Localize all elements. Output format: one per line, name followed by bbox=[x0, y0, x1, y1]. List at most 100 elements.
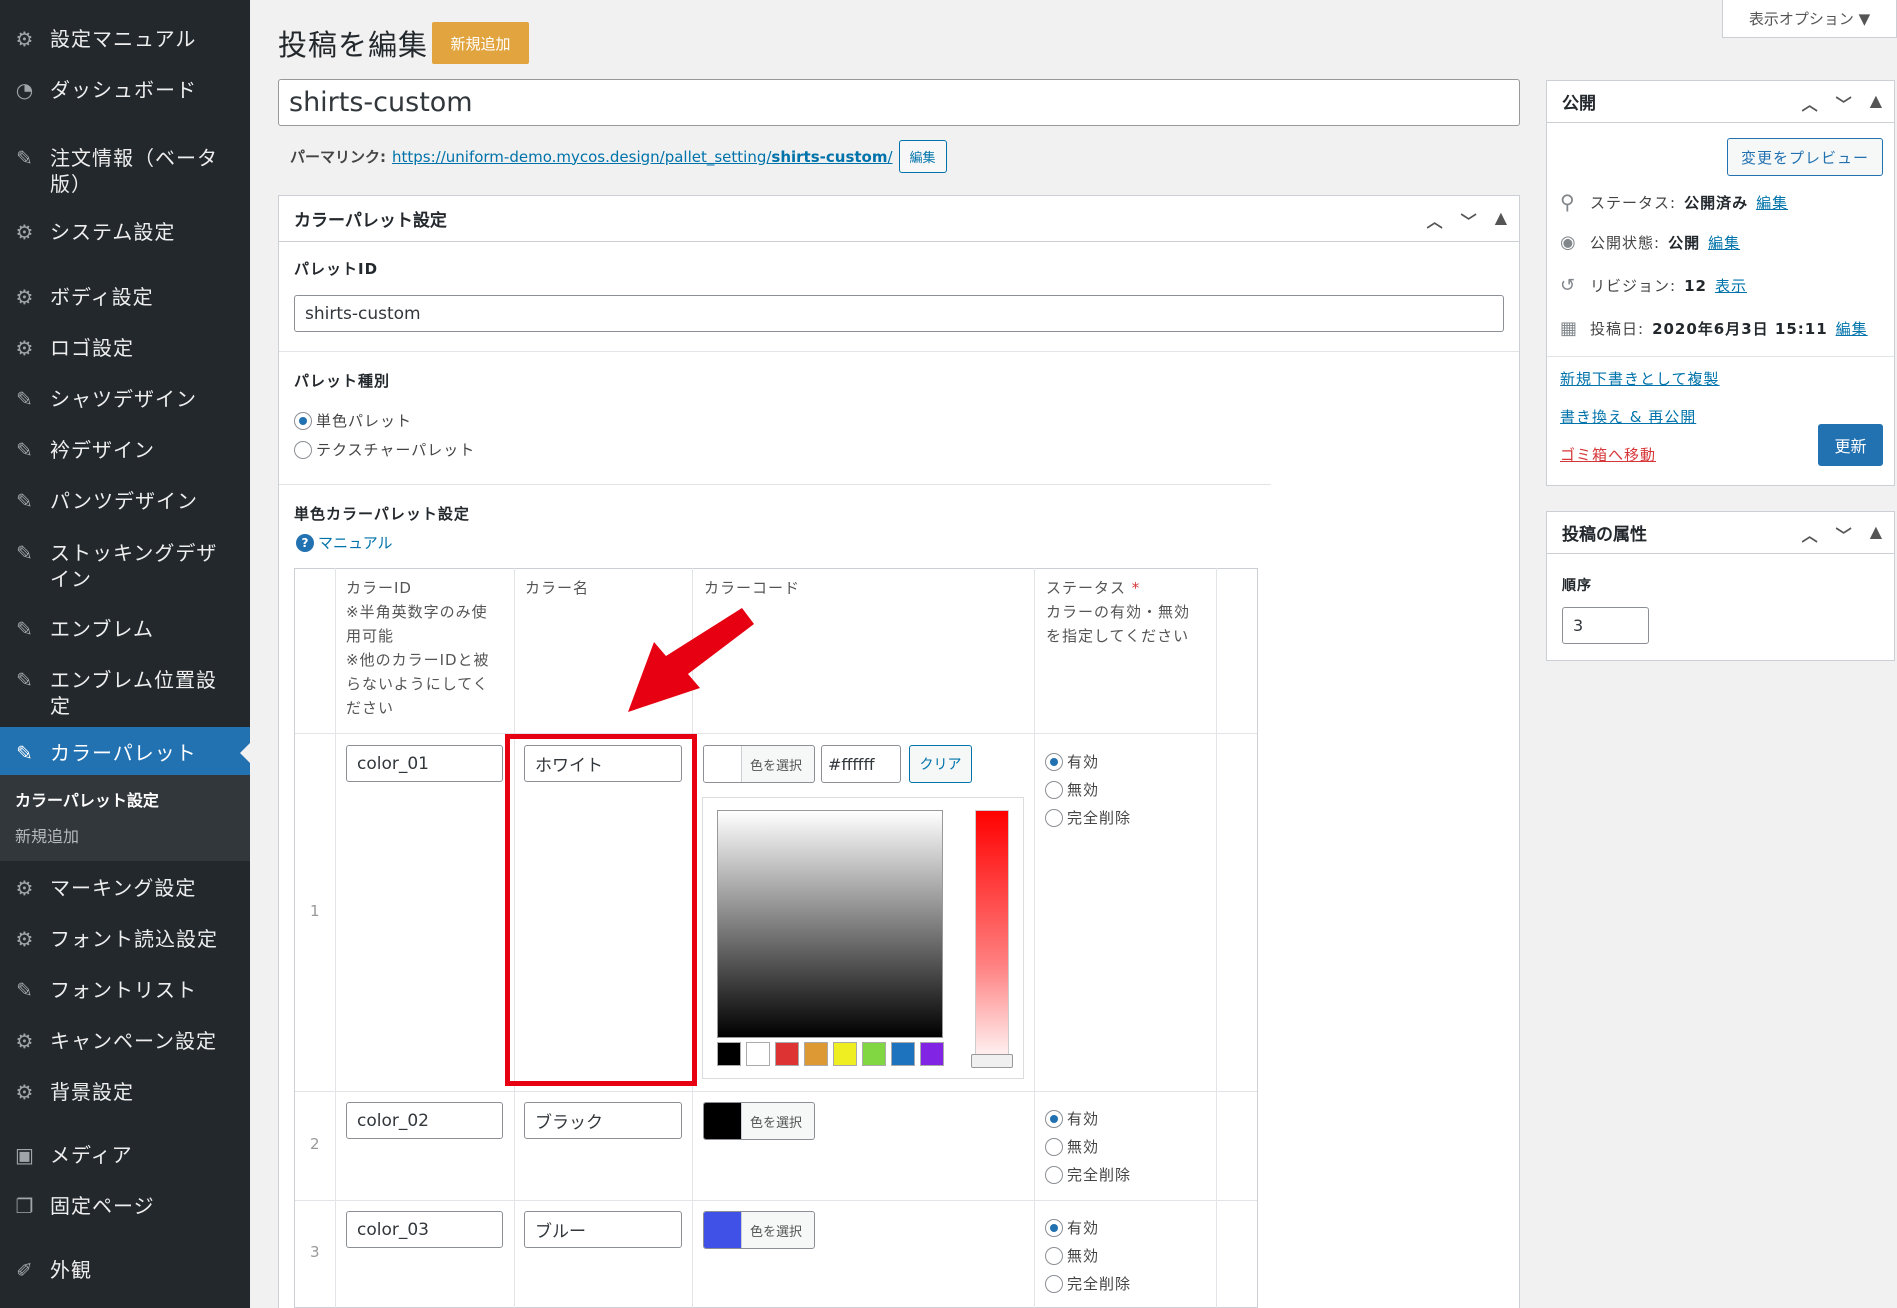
sidebar-item[interactable]: ⚙ フォント読込設定 bbox=[0, 926, 250, 952]
radio-dot[interactable] bbox=[1045, 1218, 1063, 1237]
sidebar-item[interactable]: ✎ 衿デザイン bbox=[0, 437, 250, 463]
sidebar-item[interactable]: ✎ フォントリスト bbox=[0, 977, 250, 1003]
manual-link[interactable]: ? マニュアル bbox=[296, 532, 393, 553]
order-input[interactable]: 3 bbox=[1562, 607, 1649, 644]
sidebar-item[interactable]: ✎ カラーパレット bbox=[0, 727, 250, 779]
preview-button[interactable]: 変更をプレビュー bbox=[1727, 138, 1883, 176]
type-single-radio[interactable]: 単色パレット bbox=[294, 410, 412, 431]
permalink-edit-button[interactable]: 編集 bbox=[898, 140, 947, 173]
status-active-radio[interactable]: 有効 bbox=[1045, 751, 1099, 772]
move-up-icon[interactable]: ︿ bbox=[1427, 208, 1443, 232]
sidebar-item[interactable]: ✎ ストッキングデザイン bbox=[0, 540, 250, 592]
sidebar-item[interactable]: ✎ シャツデザイン bbox=[0, 386, 250, 412]
radio-dot[interactable] bbox=[1045, 1137, 1063, 1156]
header-note-line: カラーの有効・無効 bbox=[1046, 603, 1191, 621]
clear-button[interactable]: クリア bbox=[909, 745, 972, 783]
sidebar-item[interactable]: ⚙ キャンペーン設定 bbox=[0, 1028, 250, 1054]
sidebar-item[interactable]: ◔ ダッシュボード bbox=[0, 77, 250, 103]
submenu-item-add-new[interactable]: 新規追加 bbox=[15, 823, 79, 847]
radio-dot[interactable] bbox=[294, 440, 312, 459]
sidebar-item[interactable]: ⚙ システム設定 bbox=[0, 219, 250, 245]
sidebar-item[interactable]: ✎ 注文情報（ベータ版） bbox=[0, 145, 250, 197]
radio-dot[interactable] bbox=[294, 411, 312, 430]
type-texture-radio[interactable]: テクスチャーパレット bbox=[294, 439, 475, 460]
sidebar-item[interactable]: ✐ 外観 bbox=[0, 1257, 250, 1283]
color-id-input[interactable]: color_02 bbox=[346, 1102, 503, 1139]
radio-dot[interactable] bbox=[1045, 1109, 1063, 1128]
trash-link[interactable]: ゴミ箱へ移動 bbox=[1560, 444, 1656, 465]
add-new-button[interactable]: 新規追加 bbox=[432, 22, 529, 64]
palette-swatch[interactable] bbox=[746, 1042, 770, 1066]
radio-dot[interactable] bbox=[1045, 1246, 1063, 1265]
radio-dot[interactable] bbox=[1045, 752, 1063, 771]
sidebar-item[interactable]: ▣ メディア bbox=[0, 1142, 250, 1168]
palette-swatch[interactable] bbox=[833, 1042, 857, 1066]
radio-label: 無効 bbox=[1067, 1138, 1100, 1156]
status-delete-radio[interactable]: 完全削除 bbox=[1045, 807, 1131, 828]
move-down-icon[interactable]: ﹀ bbox=[1836, 91, 1852, 115]
choose-color-button[interactable]: 色を選択 bbox=[703, 1211, 815, 1249]
hue-slider-handle[interactable] bbox=[971, 1054, 1013, 1068]
status-active-radio[interactable]: 有効 bbox=[1045, 1217, 1099, 1238]
color-name-input[interactable]: ブラック bbox=[524, 1102, 682, 1139]
sidebar-item[interactable]: ✎ エンブレム bbox=[0, 616, 250, 642]
post-title-input[interactable]: shirts-custom bbox=[278, 79, 1520, 126]
status-edit-link[interactable]: 編集 bbox=[1756, 192, 1788, 213]
sidebar-item-label: キャンペーン設定 bbox=[50, 1029, 217, 1053]
move-up-icon[interactable]: ︿ bbox=[1802, 522, 1818, 546]
color-swatch bbox=[704, 1212, 742, 1248]
radio-dot[interactable] bbox=[1045, 1165, 1063, 1184]
radio-dot[interactable] bbox=[1045, 1274, 1063, 1293]
status-inactive-radio[interactable]: 無効 bbox=[1045, 1136, 1099, 1157]
sidebar-item[interactable]: ✎ エンブレム位置設定 bbox=[0, 667, 250, 719]
choose-color-button[interactable]: 色を選択 bbox=[703, 745, 815, 783]
status-active-radio[interactable]: 有効 bbox=[1045, 1108, 1099, 1129]
toggle-panel-icon[interactable]: ▲ bbox=[1870, 91, 1882, 115]
color-id-input[interactable]: color_03 bbox=[346, 1211, 503, 1248]
radio-dot[interactable] bbox=[1045, 780, 1063, 799]
status-delete-radio[interactable]: 完全削除 bbox=[1045, 1273, 1131, 1294]
status-inactive-radio[interactable]: 無効 bbox=[1045, 779, 1099, 800]
move-up-icon[interactable]: ︿ bbox=[1802, 91, 1818, 115]
sidebar-item[interactable]: ❐ 固定ページ bbox=[0, 1193, 250, 1219]
status-inactive-radio[interactable]: 無効 bbox=[1045, 1245, 1099, 1266]
choose-color-button[interactable]: 色を選択 bbox=[703, 1102, 815, 1140]
rewrite-republish-link[interactable]: 書き換え & 再公開 bbox=[1560, 406, 1696, 427]
sidebar-item[interactable]: ⚙ ロゴ設定 bbox=[0, 335, 250, 361]
sidebar-item[interactable]: ⚙ マーキング設定 bbox=[0, 875, 250, 901]
sidebar-item[interactable]: ⚙ 背景設定 bbox=[0, 1079, 250, 1105]
palette-swatch[interactable] bbox=[920, 1042, 944, 1066]
move-down-icon[interactable]: ﹀ bbox=[1461, 208, 1477, 232]
palette-swatch[interactable] bbox=[891, 1042, 915, 1066]
move-down-icon[interactable]: ﹀ bbox=[1836, 522, 1852, 546]
saturation-square[interactable] bbox=[717, 810, 943, 1038]
date-edit-link[interactable]: 編集 bbox=[1836, 318, 1868, 339]
hex-input[interactable]: #ffffff bbox=[821, 745, 901, 783]
visibility-edit-link[interactable]: 編集 bbox=[1708, 232, 1740, 253]
toggle-panel-icon[interactable]: ▲ bbox=[1870, 522, 1882, 546]
color-id-input[interactable]: color_01 bbox=[346, 745, 503, 782]
sidebar-item[interactable]: ✎ パンツデザイン bbox=[0, 488, 250, 514]
toggle-panel-icon[interactable]: ▲ bbox=[1495, 208, 1507, 232]
palette-swatch[interactable] bbox=[862, 1042, 886, 1066]
hue-slider[interactable] bbox=[975, 810, 1009, 1068]
color-name-input[interactable]: ブルー bbox=[524, 1211, 682, 1248]
sidebar-item[interactable]: ⚙ ボディ設定 bbox=[0, 284, 250, 310]
radio-dot[interactable] bbox=[1045, 808, 1063, 827]
revisions-show-link[interactable]: 表示 bbox=[1715, 275, 1747, 296]
status-delete-radio[interactable]: 完全削除 bbox=[1045, 1164, 1131, 1185]
screen-options-button[interactable]: 表示オプション ▼ bbox=[1722, 0, 1897, 38]
palette-id-input[interactable]: shirts-custom bbox=[294, 295, 1504, 332]
submenu-item-palette-settings[interactable]: カラーパレット設定 bbox=[15, 787, 159, 811]
palette-swatch[interactable] bbox=[775, 1042, 799, 1066]
publish-box-title: 公開 bbox=[1562, 94, 1596, 114]
sidebar-item[interactable]: ⚙ 設定マニュアル bbox=[0, 26, 250, 52]
palette-swatch[interactable] bbox=[717, 1042, 741, 1066]
annotation-arrow bbox=[628, 608, 754, 712]
palette-swatch[interactable] bbox=[804, 1042, 828, 1066]
pin-icon: ✎ bbox=[16, 489, 34, 513]
update-button[interactable]: 更新 bbox=[1818, 424, 1883, 466]
pin-icon: ✎ bbox=[16, 741, 34, 765]
duplicate-link[interactable]: 新規下書きとして複製 bbox=[1560, 368, 1720, 389]
permalink-link[interactable]: https://uniform-demo.mycos.design/pallet… bbox=[392, 148, 893, 166]
